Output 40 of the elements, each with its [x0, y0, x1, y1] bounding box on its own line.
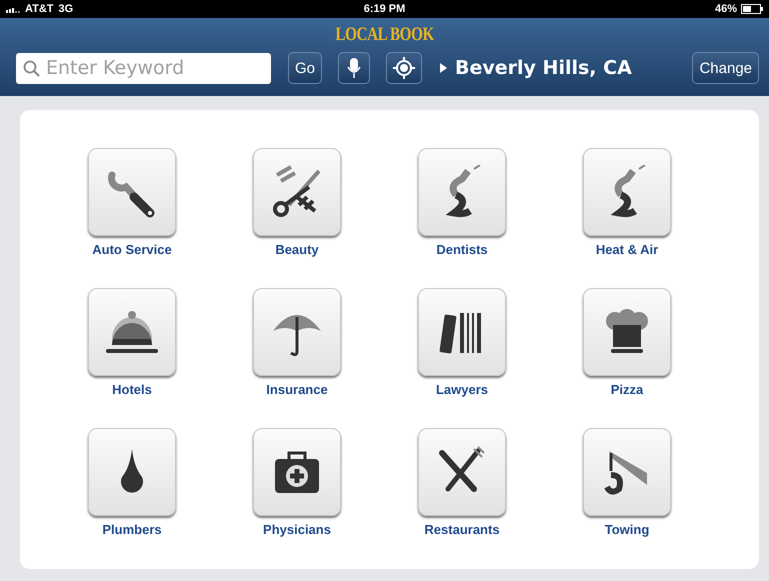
category-label[interactable]: Beauty: [275, 242, 319, 257]
category-label[interactable]: Plumbers: [102, 522, 162, 537]
microphone-icon: [347, 57, 362, 79]
category-button[interactable]: [583, 428, 671, 516]
category-label[interactable]: Restaurants: [424, 522, 500, 537]
category-label[interactable]: Towing: [604, 522, 650, 537]
category-button[interactable]: [583, 148, 671, 236]
network-type: 3G: [58, 3, 74, 15]
battery-percent: 46%: [714, 3, 737, 15]
category-button[interactable]: [88, 428, 176, 516]
change-button[interactable]: Change: [692, 52, 759, 84]
category-button[interactable]: [253, 148, 341, 236]
search-icon: [23, 60, 41, 78]
search-field[interactable]: Enter Keyword: [16, 52, 271, 84]
battery-icon: [741, 4, 763, 14]
status-time: 6:19 PM: [364, 3, 406, 15]
carrier-name: AT&T: [25, 3, 54, 15]
category-button[interactable]: [253, 428, 341, 516]
signal-icon: [6, 5, 20, 13]
category-button[interactable]: [88, 288, 176, 376]
category-label[interactable]: Dentists: [436, 242, 488, 257]
category-label[interactable]: Heat & Air: [596, 242, 658, 257]
category-label[interactable]: Hotels: [112, 382, 152, 397]
category-label[interactable]: Pizza: [610, 382, 644, 397]
category-label[interactable]: Insurance: [266, 382, 328, 397]
category-label[interactable]: Auto Service: [92, 242, 172, 257]
crosshair-icon: [393, 57, 416, 79]
category-button[interactable]: [88, 148, 176, 236]
category-button[interactable]: [418, 148, 506, 236]
category-button[interactable]: [583, 288, 671, 376]
microphone-button[interactable]: [338, 52, 370, 84]
app-logo: LOCAL BOOK: [335, 24, 434, 46]
category-label[interactable]: Lawyers: [436, 382, 488, 397]
go-button[interactable]: Go: [288, 52, 322, 84]
category-label[interactable]: Physicians: [263, 522, 331, 537]
location-name: Beverly Hills, CA: [455, 57, 633, 79]
category-button[interactable]: [418, 428, 506, 516]
triangle-icon: [440, 63, 448, 73]
locate-button[interactable]: [386, 52, 422, 84]
category-button[interactable]: [418, 288, 506, 376]
